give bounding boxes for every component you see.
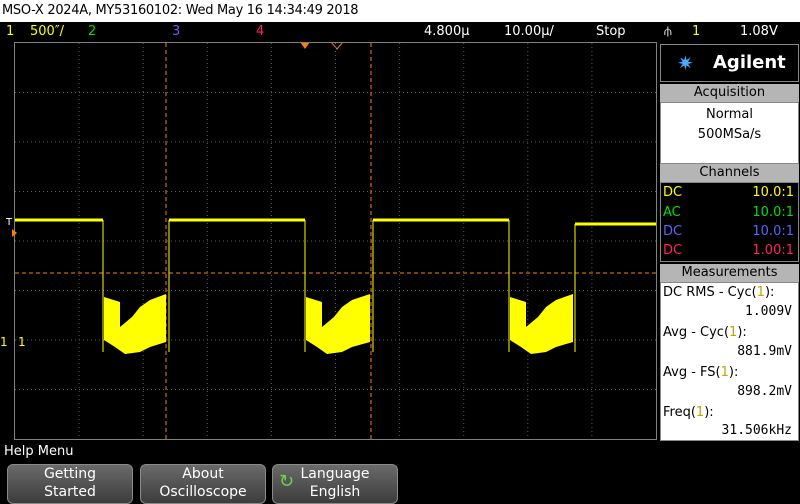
ch3-coupling: DC xyxy=(663,224,683,239)
ch2-probe: 10.0:1 xyxy=(752,205,794,220)
measurement-value: 31.506kHz xyxy=(721,423,792,438)
help-menu-label: Help Menu xyxy=(4,444,74,459)
instrument-title: MSO-X 2024A, MY53160102: Wed May 16 14:3… xyxy=(2,3,359,18)
channels-header[interactable]: Channels xyxy=(660,164,799,182)
delay-marker xyxy=(329,41,345,50)
measurement-label[interactable]: Avg - FS(1): xyxy=(663,365,738,380)
ch1-ground-label: 1 xyxy=(18,335,26,349)
ch1-burst-segments xyxy=(104,294,573,354)
ch1-coupling: DC xyxy=(663,185,683,200)
ch1-number[interactable]: 1 xyxy=(6,22,14,42)
channel-row-2[interactable]: AC 10.0:1 xyxy=(661,203,798,223)
time-scale[interactable]: 10.00µ/ xyxy=(504,22,554,42)
acquisition-mode: Normal xyxy=(705,107,754,122)
measurements-header[interactable]: Measurements xyxy=(660,264,799,282)
side-panel: ✷ Agilent Acquisition Normal 500MSa/s Ch… xyxy=(660,44,800,441)
measurement-label[interactable]: DC RMS - Cyc(1): xyxy=(663,285,774,300)
ch2-number[interactable]: 2 xyxy=(88,22,96,42)
ch4-number[interactable]: 4 xyxy=(256,22,264,42)
channel-row-4[interactable]: DC 1.00:1 xyxy=(661,241,798,261)
title-bar: MSO-X 2024A, MY53160102: Wed May 16 14:3… xyxy=(0,0,800,22)
acquisition-box: Normal 500MSa/s xyxy=(660,102,799,164)
status-row: 1 500″/ 2 3 4 4.800µ 10.00µ/ Stop ⫛ 1 1.… xyxy=(0,22,800,42)
language-button[interactable]: ↻ Language English xyxy=(272,464,398,504)
rotate-knob-icon: ↻ xyxy=(279,471,295,492)
trigger-level[interactable]: 1.08V xyxy=(740,22,778,42)
acquisition-rate: 500MSa/s xyxy=(697,127,762,142)
trigger-position-marker xyxy=(300,42,310,49)
ch1-ground-marker: 1 xyxy=(0,335,8,349)
brand-box: ✷ Agilent xyxy=(660,44,799,82)
run-state[interactable]: Stop xyxy=(596,22,626,42)
measurement-label[interactable]: Freq(1): xyxy=(663,405,714,420)
acquisition-header[interactable]: Acquisition xyxy=(660,84,799,102)
channel-row-3[interactable]: DC 10.0:1 xyxy=(661,222,798,242)
ch2-coupling: AC xyxy=(663,205,681,220)
measurement-value: 881.9mV xyxy=(737,344,792,359)
brand-name: Agilent xyxy=(713,52,786,73)
graticule: T 1 1 xyxy=(0,41,657,440)
measurement-value: 898.2mV xyxy=(737,384,792,399)
ch3-number[interactable]: 3 xyxy=(172,22,180,42)
about-oscilloscope-button[interactable]: About Oscilloscope xyxy=(140,464,266,504)
channel-row-1[interactable]: DC 10.0:1 xyxy=(661,183,798,203)
ch4-coupling: DC xyxy=(663,243,683,258)
agilent-logo-icon: ✷ xyxy=(677,51,694,75)
trigger-source[interactable]: 1 xyxy=(692,22,700,42)
getting-started-button[interactable]: Getting Started xyxy=(7,464,133,504)
ch1-scale[interactable]: 500″/ xyxy=(30,22,64,42)
channels-box: DC 10.0:1 AC 10.0:1 DC 10.0:1 DC 1.00:1 xyxy=(660,182,799,262)
grid-lines xyxy=(15,43,656,439)
measurement-value: 1.009V xyxy=(745,304,792,319)
ch3-probe: 10.0:1 xyxy=(752,224,794,239)
waveform-display[interactable]: T 1 1 xyxy=(0,41,658,441)
time-delay[interactable]: 4.800µ xyxy=(424,22,470,42)
trigger-level-marker: T xyxy=(5,217,13,228)
measurements-box: DC RMS - Cyc(1): 1.009V Avg - Cyc(1): 88… xyxy=(660,282,799,441)
ch1-probe: 10.0:1 xyxy=(752,185,794,200)
ch4-probe: 1.00:1 xyxy=(752,243,794,258)
measurement-label[interactable]: Avg - Cyc(1): xyxy=(663,325,747,340)
trigger-icon: ⫛ xyxy=(664,24,672,39)
